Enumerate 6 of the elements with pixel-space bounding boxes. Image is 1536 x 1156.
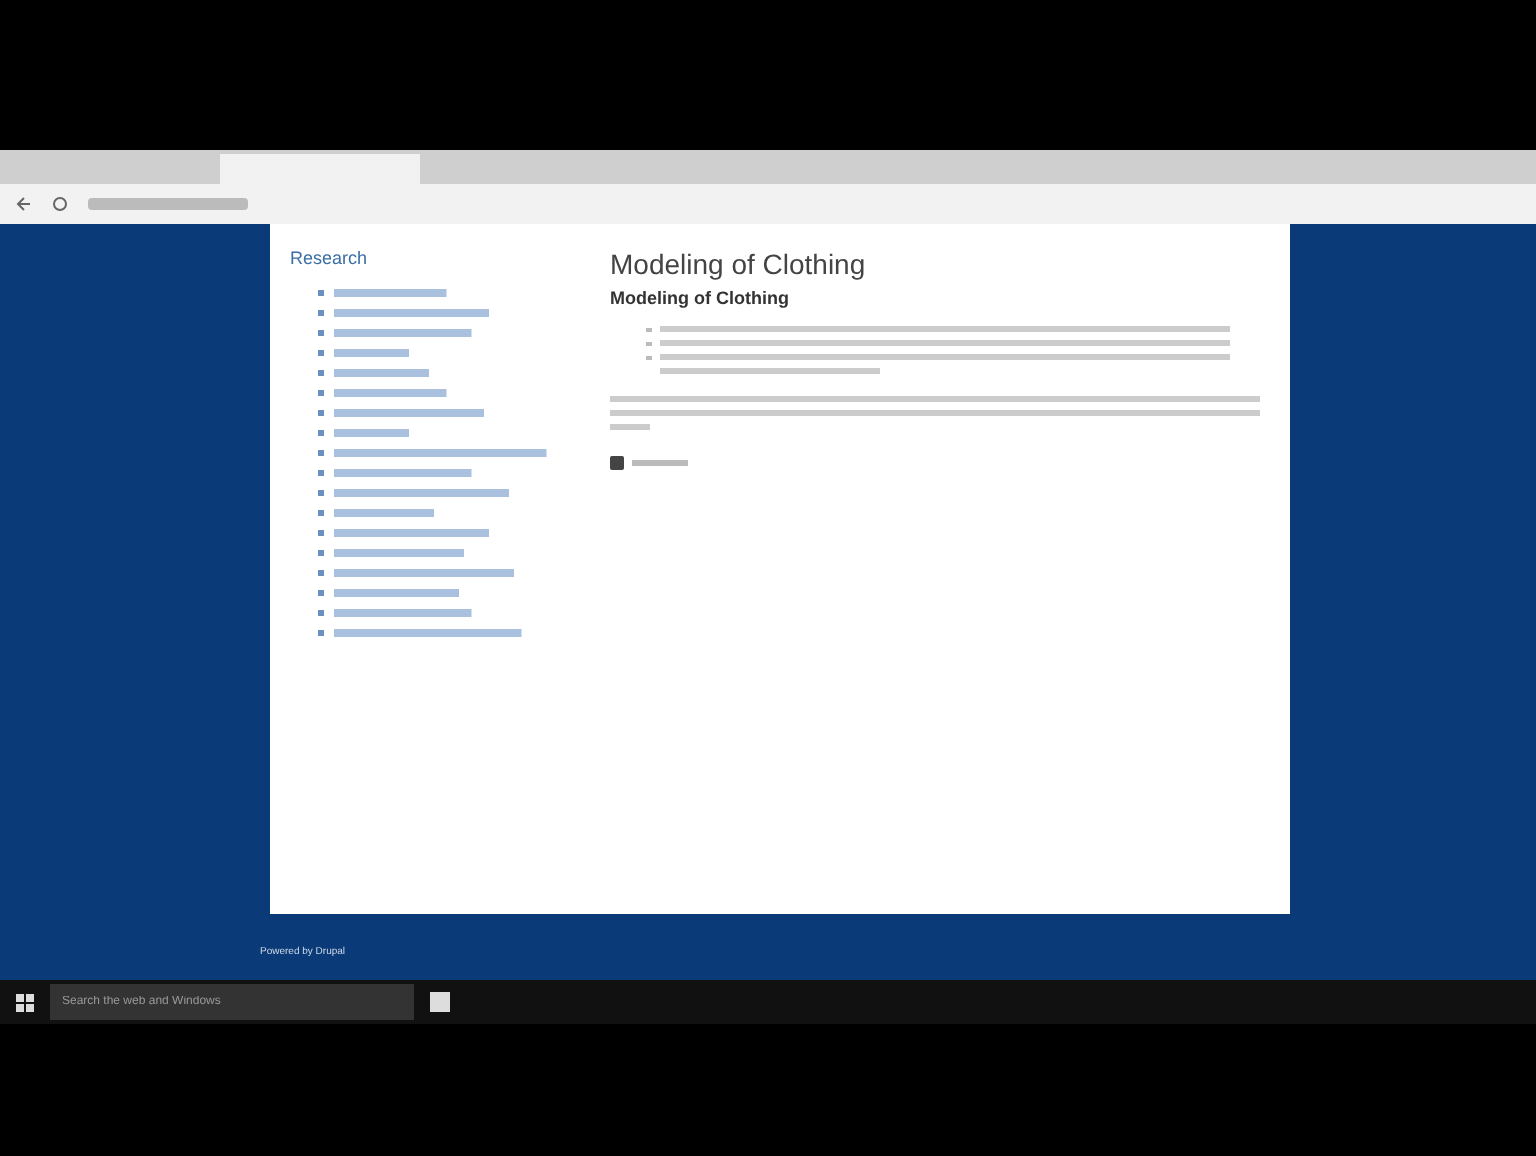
sidebar-title: Research — [290, 248, 370, 268]
page-title: Modeling of Clothing — [610, 248, 868, 280]
refresh-icon[interactable] — [52, 196, 68, 212]
back-arrow-icon[interactable] — [16, 196, 32, 212]
windows-logo-icon[interactable] — [16, 993, 34, 1011]
section-heading: Modeling of Clothing — [610, 288, 791, 308]
